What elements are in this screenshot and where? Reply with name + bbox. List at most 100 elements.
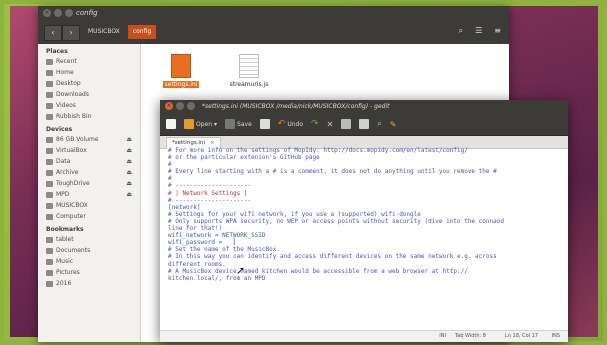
minimize-window-button[interactable] bbox=[176, 102, 184, 110]
cut-button[interactable]: ✕ bbox=[327, 120, 334, 129]
replace-button[interactable]: ✎ bbox=[390, 120, 397, 129]
copy-icon bbox=[341, 119, 352, 129]
open-button[interactable]: Open ▾ bbox=[184, 119, 217, 129]
sidebar-item-label: Computer bbox=[56, 213, 86, 220]
new-document-button[interactable] bbox=[166, 119, 176, 129]
sidebar-item-videos[interactable]: Videos bbox=[38, 100, 140, 111]
sidebar-item-label: VirtualBox bbox=[56, 147, 87, 154]
forward-button[interactable]: › bbox=[62, 25, 80, 41]
sidebar-item-pictures[interactable]: Pictures bbox=[38, 267, 140, 278]
editor-line: # --------------------- bbox=[168, 182, 252, 190]
close-window-button[interactable]: × bbox=[165, 102, 173, 110]
sidebar-item-archive[interactable]: Archive ⏏ bbox=[38, 167, 140, 178]
sidebar-item-downloads[interactable]: Downloads bbox=[38, 89, 140, 100]
drive-icon bbox=[46, 169, 53, 176]
print-button[interactable] bbox=[259, 119, 270, 129]
mouse-pointer-icon: ➚ bbox=[236, 264, 246, 277]
close-tab-icon[interactable]: × bbox=[210, 140, 215, 146]
sidebar-item-music[interactable]: Music bbox=[38, 256, 140, 267]
sidebar-item-toughdrive[interactable]: ToughDrive ⏏ bbox=[38, 178, 140, 189]
eject-icon[interactable]: ⏏ bbox=[126, 167, 132, 178]
sidebar-item-label: Home bbox=[56, 69, 74, 76]
folder-icon bbox=[46, 280, 53, 287]
drive-icon bbox=[46, 180, 53, 187]
editor-line: # For more info on the settings of MopId… bbox=[168, 147, 468, 154]
sidebar-item-label: Documents bbox=[56, 247, 91, 254]
breadcrumb-musicbox[interactable]: MUSICBOX bbox=[86, 25, 122, 39]
editor-line: # bbox=[168, 161, 172, 169]
gedit-titlebar: × *settings.ini (MUSICBOX /media/nick/MU… bbox=[160, 100, 568, 113]
gedit-window: × *settings.ini (MUSICBOX /media/nick/MU… bbox=[160, 100, 568, 342]
place-icon bbox=[46, 113, 53, 120]
place-heading: Places bbox=[46, 48, 68, 55]
drive-icon bbox=[46, 191, 53, 198]
sidebar-item-musicbox[interactable]: MUSICBOX bbox=[38, 200, 140, 211]
sidebar-item-label: MPD bbox=[56, 191, 70, 198]
sidebar-item-home[interactable]: Home bbox=[38, 67, 140, 78]
editor-line: [network] bbox=[168, 203, 201, 211]
close-window-button[interactable]: × bbox=[43, 9, 51, 17]
sidebar-item-label: Music bbox=[56, 258, 74, 265]
tab-width-selector[interactable]: Tab Width: 8 bbox=[455, 333, 486, 339]
sidebar-item-data[interactable]: Data ⏏ bbox=[38, 156, 140, 167]
redo-button[interactable]: ↷ bbox=[311, 119, 319, 129]
view-list-icon[interactable]: ☰ bbox=[475, 26, 482, 36]
folder-icon bbox=[46, 258, 53, 265]
file-streamuris-js[interactable]: streamuris.js bbox=[221, 54, 277, 88]
place-icon bbox=[46, 80, 53, 87]
text-file-icon bbox=[171, 54, 191, 78]
save-button[interactable]: Save bbox=[225, 119, 252, 129]
language-selector[interactable]: INI bbox=[439, 333, 446, 339]
sidebar-item-recent[interactable]: Recent bbox=[38, 56, 140, 67]
save-icon bbox=[225, 119, 236, 129]
editor-line: # Set the name of the MusicBox. bbox=[168, 246, 280, 254]
text-editor-area[interactable]: # For more info on the settings of MopId… bbox=[160, 147, 568, 331]
sidebar-item-86-gb-volume[interactable]: 86 GB Volume ⏏ bbox=[38, 134, 140, 145]
menu-icon[interactable]: ≡ bbox=[494, 26, 501, 36]
sidebar-item-rubbish-bin[interactable]: Rubbish Bin bbox=[38, 111, 140, 122]
file-settings-ini[interactable]: settings.ini bbox=[153, 54, 209, 88]
undo-button[interactable]: ↶ Undo bbox=[278, 119, 303, 129]
file-manager-titlebar: × config bbox=[38, 6, 509, 20]
editor-line: wifi_network = NETWORK_SSID bbox=[168, 232, 266, 240]
sidebar-item-virtualbox[interactable]: VirtualBox ⏏ bbox=[38, 145, 140, 156]
eject-icon[interactable]: ⏏ bbox=[126, 145, 132, 156]
back-button[interactable]: ‹ bbox=[44, 25, 62, 41]
drive-icon bbox=[46, 213, 53, 220]
maximize-window-button[interactable] bbox=[187, 102, 195, 110]
editor-line: # A MusicBox device named kitchen would … bbox=[168, 267, 468, 275]
eject-icon[interactable]: ⏏ bbox=[126, 189, 132, 200]
folder-icon bbox=[184, 119, 194, 129]
sidebar-item-label: ToughDrive bbox=[56, 180, 90, 187]
sidebar: Places Recent Home Desktop Downloads Videos Ru… bbox=[38, 44, 141, 342]
drive-heading: Devices bbox=[46, 126, 73, 133]
eject-icon[interactable]: ⏏ bbox=[126, 178, 132, 189]
sidebar-item-mpd[interactable]: MPD ⏏ bbox=[38, 189, 140, 200]
editor-line: kitchen.local/, from an MPD bbox=[168, 274, 266, 282]
maximize-window-button[interactable] bbox=[65, 9, 73, 17]
minimize-window-button[interactable] bbox=[54, 9, 62, 17]
find-button[interactable]: ⌕ bbox=[377, 119, 381, 129]
redo-icon: ↷ bbox=[311, 119, 319, 129]
sidebar-item-2016[interactable]: 2016 bbox=[38, 278, 140, 289]
paste-icon bbox=[359, 119, 370, 129]
sidebar-item-label: 2016 bbox=[56, 280, 72, 287]
copy-button[interactable] bbox=[341, 119, 352, 129]
editor-line: # Settings for your wifi network, if you… bbox=[168, 210, 421, 218]
sidebar-item-desktop[interactable]: Desktop bbox=[38, 78, 140, 89]
sidebar-item-tablet[interactable]: tablet bbox=[38, 234, 140, 245]
search-icon[interactable]: ⌕ bbox=[459, 26, 463, 36]
editor-line: # | Network Settings | bbox=[168, 189, 248, 197]
drive-icon bbox=[46, 202, 53, 209]
editor-line: # bbox=[168, 175, 172, 183]
breadcrumb-config[interactable]: config bbox=[127, 25, 157, 39]
eject-icon[interactable]: ⏏ bbox=[126, 134, 132, 145]
sidebar-item-documents[interactable]: Documents bbox=[38, 245, 140, 256]
eject-icon[interactable]: ⏏ bbox=[126, 156, 132, 167]
insert-mode: INS bbox=[551, 333, 560, 339]
folder-icon bbox=[46, 236, 53, 243]
text-cursor: | bbox=[232, 237, 237, 246]
sidebar-item-computer[interactable]: Computer bbox=[38, 211, 140, 222]
drive-icon bbox=[46, 136, 53, 143]
paste-button[interactable] bbox=[359, 119, 370, 129]
